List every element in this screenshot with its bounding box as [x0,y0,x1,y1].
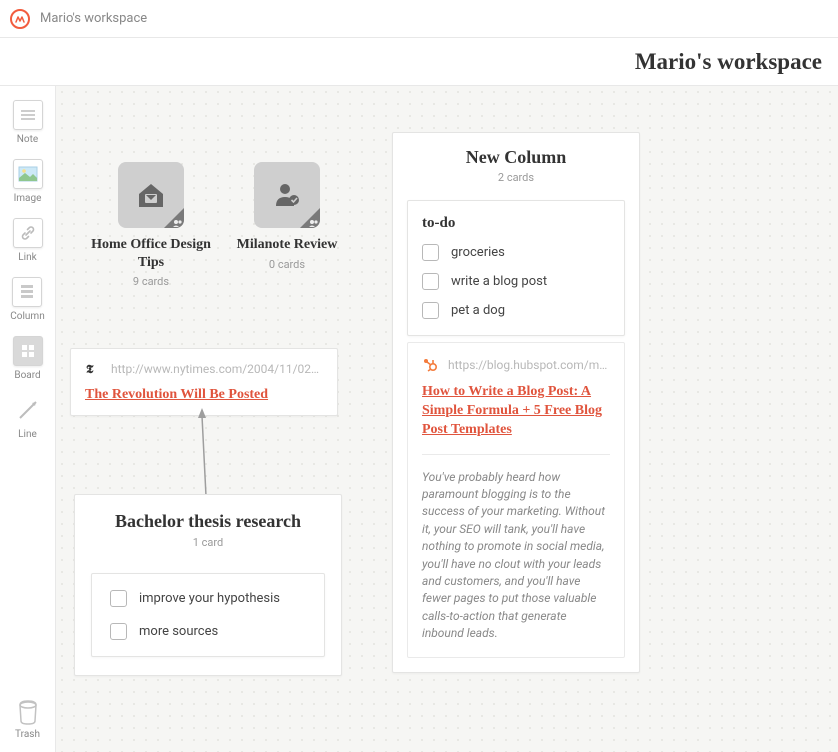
link-title[interactable]: The Revolution Will Be Posted [85,387,268,402]
sidebar-item-label: Note [17,134,38,145]
checklist-item[interactable]: improve your hypothesis [104,588,312,609]
column-title: Bachelor thesis research [91,511,325,532]
canvas[interactable]: Home Office Design Tips 9 cards Milanote… [56,86,838,752]
checklist-label: write a blog post [451,274,547,289]
note-icon [19,108,37,122]
image-icon [18,166,38,182]
nyt-favicon-icon: 𝕿 [85,361,101,377]
sidebar-item-label: Board [14,370,40,381]
line-icon [16,398,40,422]
sidebar-item-label: Image [14,193,42,204]
checkbox-icon[interactable] [110,590,127,607]
checkbox-icon[interactable] [422,273,439,290]
logo-icon [15,14,25,24]
column-new-column[interactable]: New Column 2 cards to-do groceries write… [392,132,640,673]
sidebar-item-link[interactable]: Link [13,218,43,263]
checklist-item[interactable]: groceries [422,244,610,261]
divider [422,454,610,455]
app-logo[interactable] [10,9,30,29]
titlebar: Mario's workspace [0,38,838,86]
column-bachelor-thesis[interactable]: Bachelor thesis research 1 card improve … [74,494,342,676]
checklist-item[interactable]: pet a dog [422,302,610,319]
checklist-label: groceries [451,245,505,260]
sidebar-item-label: Line [18,429,37,440]
user-check-icon [272,180,302,210]
sidebar-item-label: Link [18,252,36,263]
sidebar-item-label: Column [10,311,44,322]
link-title[interactable]: How to Write a Blog Post: A Simple Formu… [422,383,610,440]
svg-text:𝕿: 𝕿 [86,362,94,376]
checklist-label: improve your hypothesis [139,591,280,606]
column-icon [18,283,36,301]
link-url: https://blog.hubspot.com/marketing/how [448,358,610,372]
sidebar-item-column[interactable]: Column [10,277,44,322]
checkbox-icon[interactable] [422,244,439,261]
sidebar-item-label: Trash [15,729,40,740]
checklist-item[interactable]: write a blog post [422,273,610,290]
hubspot-favicon-icon [422,357,438,373]
board-count: 0 cards [222,258,352,271]
topbar: Mario's workspace [0,0,838,38]
sidebar: Note Image Link [0,86,56,752]
column-title: New Column [407,147,625,168]
link-url: http://www.nytimes.com/2004/11/02/opinio… [111,362,323,376]
sidebar-item-trash[interactable]: Trash [15,697,40,740]
sidebar-item-note[interactable]: Note [13,100,43,145]
page-title: Mario's workspace [635,49,822,75]
checklist-label: more sources [139,624,218,639]
checkbox-icon[interactable] [422,302,439,319]
link-card-hubspot[interactable]: https://blog.hubspot.com/marketing/how H… [407,342,625,658]
connector-arrow [194,408,214,498]
checklist-label: pet a dog [451,303,505,318]
sidebar-item-image[interactable]: Image [13,159,43,204]
link-card-nyt[interactable]: 𝕿 http://www.nytimes.com/2004/11/02/opin… [70,348,338,416]
board-icon [21,344,35,358]
breadcrumb[interactable]: Mario's workspace [40,11,147,26]
link-description: You've probably heard how paramount blog… [422,469,610,643]
board-name: Home Office Design Tips [86,236,216,271]
main-area: Note Image Link [0,86,838,752]
todo-heading: to-do [422,215,610,232]
sidebar-item-board[interactable]: Board [13,336,43,381]
board-milanote-review[interactable]: Milanote Review 0 cards [222,162,352,271]
trash-icon [16,697,40,725]
board-name: Milanote Review [222,236,352,254]
home-icon [134,178,168,212]
checklist-item[interactable]: more sources [104,621,312,642]
checkbox-icon[interactable] [110,623,127,640]
column-sub: 1 card [91,536,325,549]
link-icon [20,225,36,241]
board-count: 9 cards [86,275,216,288]
column-sub: 2 cards [407,171,625,184]
board-home-office[interactable]: Home Office Design Tips 9 cards [86,162,216,288]
sidebar-item-line[interactable]: Line [13,395,43,440]
